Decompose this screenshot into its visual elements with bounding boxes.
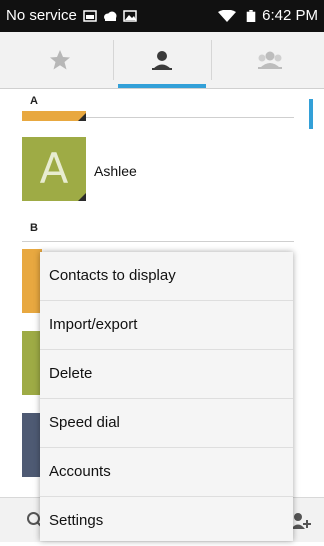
contact-photo[interactable] bbox=[22, 111, 86, 121]
overflow-menu: Contacts to display Import/export Delete… bbox=[40, 252, 293, 541]
cloud-icon bbox=[103, 11, 117, 21]
tab-favorites[interactable] bbox=[6, 32, 114, 88]
photo-corner bbox=[78, 113, 86, 121]
menu-item-speed-dial[interactable]: Speed dial bbox=[40, 399, 293, 448]
section-header: A bbox=[30, 95, 38, 107]
section-divider bbox=[22, 241, 294, 242]
menu-item-settings[interactable]: Settings bbox=[40, 497, 293, 546]
tab-divider bbox=[211, 40, 212, 80]
contact-photo[interactable] bbox=[22, 331, 42, 395]
wifi-icon bbox=[218, 9, 237, 22]
add-contact-icon[interactable] bbox=[290, 510, 312, 532]
contact-initial: A bbox=[39, 144, 69, 193]
tab-groups[interactable] bbox=[216, 32, 324, 88]
tab-contacts[interactable] bbox=[108, 32, 216, 88]
person-icon bbox=[152, 51, 172, 70]
photo-corner bbox=[78, 193, 86, 201]
scrollbar[interactable] bbox=[309, 99, 313, 129]
section-header: B bbox=[30, 222, 38, 234]
contact-photo[interactable] bbox=[22, 249, 42, 313]
tab-selected-indicator bbox=[118, 84, 206, 88]
status-left: No service bbox=[6, 7, 143, 24]
menu-item-contacts-to-display[interactable]: Contacts to display bbox=[40, 252, 293, 301]
menu-item-delete[interactable]: Delete bbox=[40, 350, 293, 399]
image-icon bbox=[123, 9, 137, 22]
sim-card-icon bbox=[83, 9, 97, 22]
battery-icon bbox=[246, 9, 256, 22]
carrier-text: No service bbox=[6, 7, 77, 24]
status-bar: No service 6:42 PM bbox=[0, 0, 324, 32]
star-icon bbox=[50, 50, 70, 70]
status-right: 6:42 PM bbox=[218, 7, 318, 24]
menu-item-import-export[interactable]: Import/export bbox=[40, 301, 293, 350]
tab-bar bbox=[0, 32, 324, 89]
contact-photo[interactable]: A bbox=[22, 137, 86, 201]
group-icon bbox=[258, 51, 282, 69]
clock: 6:42 PM bbox=[262, 7, 318, 24]
menu-item-accounts[interactable]: Accounts bbox=[40, 448, 293, 497]
contact-photo[interactable] bbox=[22, 413, 42, 477]
contact-name[interactable]: Ashlee bbox=[94, 163, 137, 179]
